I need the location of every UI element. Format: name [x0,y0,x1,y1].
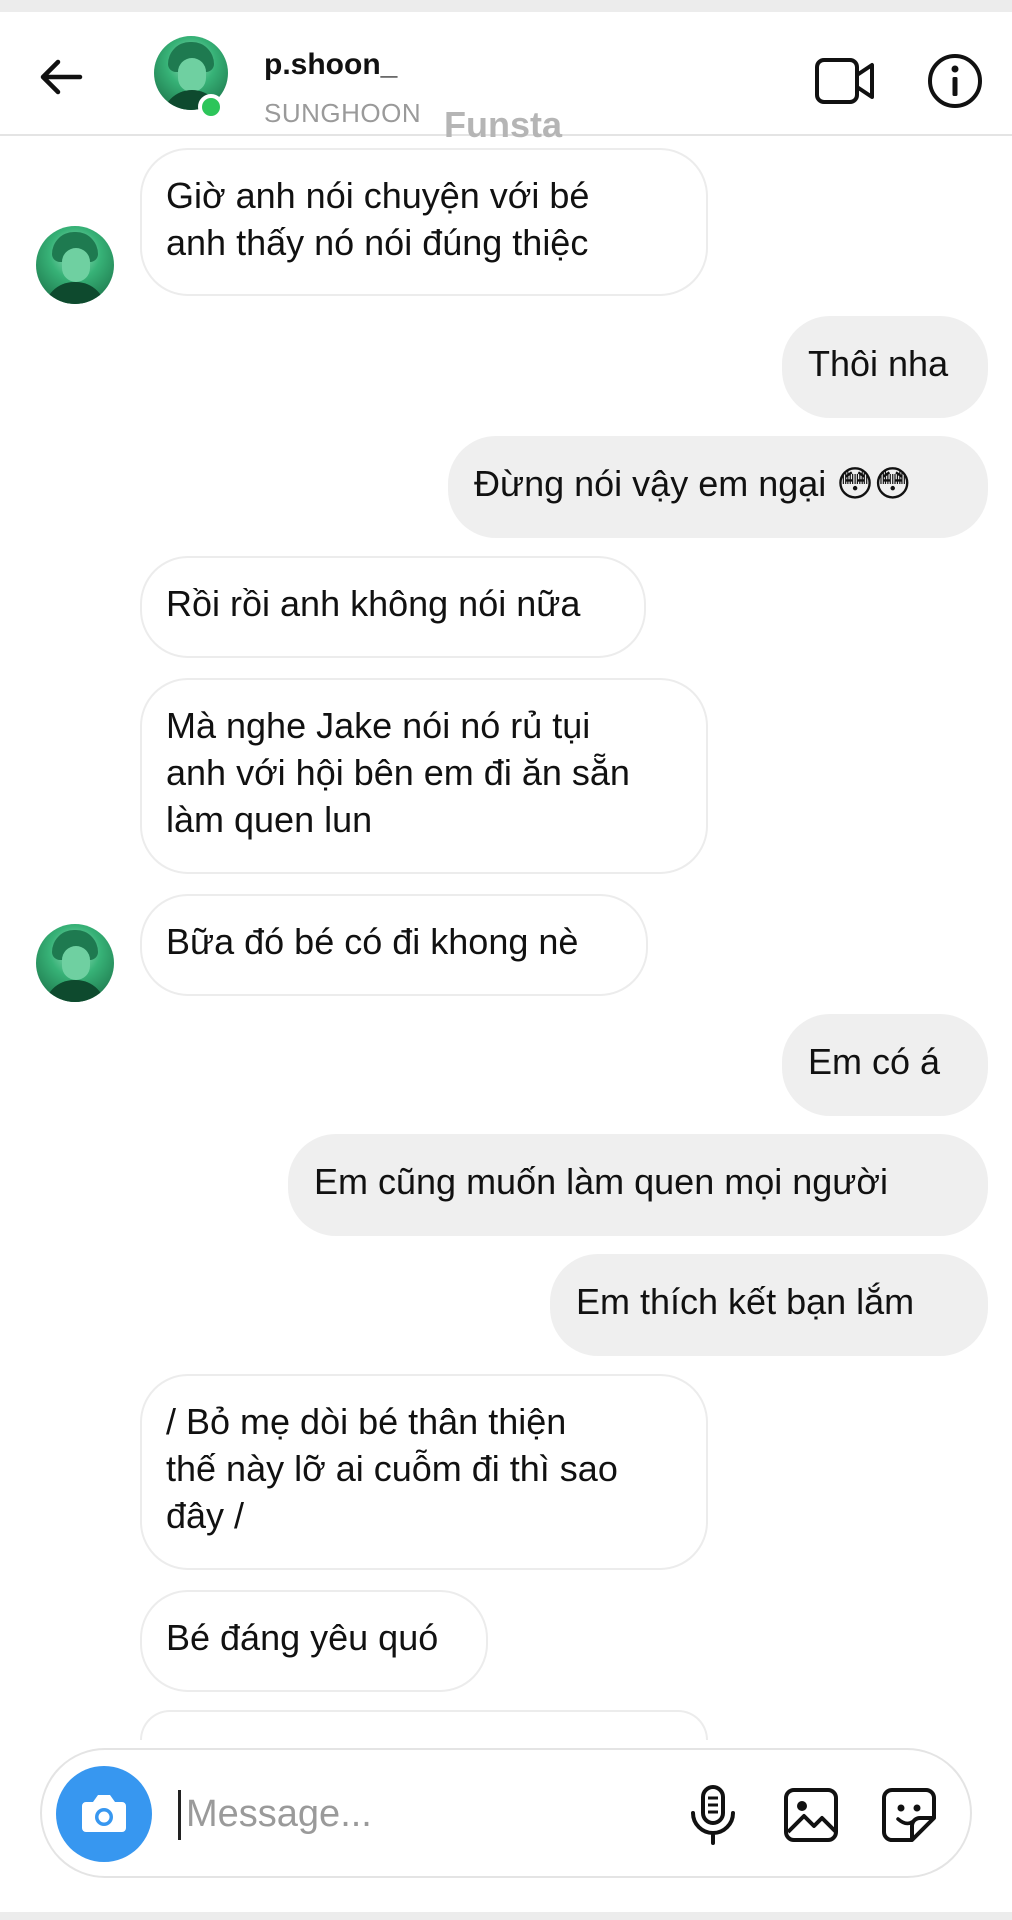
microphone-icon[interactable] [684,1784,742,1846]
sticker-icon[interactable] [880,1786,938,1844]
message-text: / Bỏ mẹ dòi bé thân thiện [166,1401,567,1442]
navigation-bar-strip [0,1912,1012,1920]
message-bubble-received[interactable]: Bé đáng yêu quó [140,1590,488,1692]
message-text: Thôi nha [808,343,949,384]
arrow-left-icon[interactable] [36,52,86,102]
username[interactable]: p.shoon_ [264,48,397,82]
message-text: Em có á [808,1041,941,1082]
chat-header: p.shoon_ SUNGHOON Funsta [0,12,1012,145]
avatar[interactable] [36,924,114,1002]
message-bubble-received[interactable]: Giờ anh nói chuyện với bé anh thấy nó nó… [140,148,708,296]
message-bubble-sent[interactable]: Em cũng muốn làm quen mọi người [288,1134,988,1236]
text-caret [178,1790,181,1840]
message-text: thế này lỡ ai cuỗm đi thì sao [166,1448,618,1489]
message-bubble-sent[interactable]: Đừng nói vậy em ngại 😳😳 [448,436,988,538]
online-indicator [198,94,224,120]
message-text: đây / [166,1495,245,1536]
message-text: Bữa đó bé có đi khong nè [166,921,579,962]
message-bubble-received[interactable]: Bữa đó bé có đi khong nè [140,894,648,996]
camera-icon[interactable] [56,1766,152,1862]
video-camera-icon[interactable] [814,56,876,106]
avatar[interactable] [36,226,114,304]
message-text: Bé đáng yêu quó [166,1617,439,1658]
message-bubble-sent[interactable]: Em có á [782,1014,988,1116]
gallery-icon[interactable] [782,1786,840,1844]
message-bubble-partial [140,1710,708,1740]
real-name: SUNGHOON [264,98,422,128]
message-text: Giờ anh nói chuyện với bé [166,175,590,216]
watermark: Funsta [444,104,563,145]
message-text: Em cũng muốn làm quen mọi người [314,1161,888,1202]
message-input[interactable] [182,1780,566,1848]
message-bubble-received[interactable]: / Bỏ mẹ dòi bé thân thiện thế này lỡ ai … [140,1374,708,1570]
message-text: Rồi rồi anh không nói nữa [166,583,581,624]
message-text: anh thấy nó nói đúng thiệc [166,222,589,263]
info-icon[interactable] [926,52,984,110]
message-text: làm quen lun [166,799,373,840]
message-bubble-received[interactable]: Mà nghe Jake nói nó rủ tụi anh với hội b… [140,678,708,874]
message-bubble-sent[interactable]: Em thích kết bạn lắm [550,1254,988,1356]
message-bubble-received[interactable]: Rồi rồi anh không nói nữa [140,556,646,658]
message-text: Đừng nói vậy em ngại 😳😳 [474,463,912,504]
message-bubble-sent[interactable]: Thôi nha [782,316,988,418]
status-bar-strip [0,0,1012,12]
message-text: anh với hội bên em đi ăn sẵn [166,752,630,793]
message-composer [40,1748,972,1878]
message-text: Em thích kết bạn lắm [576,1281,915,1322]
message-text: Mà nghe Jake nói nó rủ tụi [166,705,591,746]
